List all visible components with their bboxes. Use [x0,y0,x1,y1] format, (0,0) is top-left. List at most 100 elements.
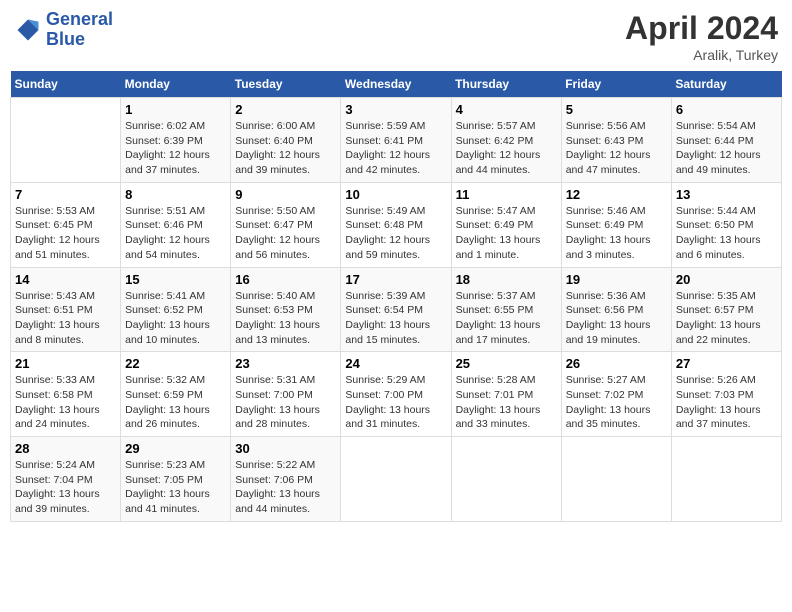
day-info: Sunrise: 5:44 AM Sunset: 6:50 PM Dayligh… [676,204,777,263]
calendar-cell [341,437,451,522]
day-info: Sunrise: 5:22 AM Sunset: 7:06 PM Dayligh… [235,458,336,517]
day-info: Sunrise: 5:35 AM Sunset: 6:57 PM Dayligh… [676,289,777,348]
calendar-cell: 4 Sunrise: 5:57 AM Sunset: 6:42 PM Daylig… [451,98,561,183]
calendar-cell: 18 Sunrise: 5:37 AM Sunset: 6:55 PM Dayli… [451,267,561,352]
day-number: 9 [235,187,336,202]
day-info: Sunrise: 5:32 AM Sunset: 6:59 PM Dayligh… [125,373,226,432]
day-info: Sunrise: 5:57 AM Sunset: 6:42 PM Dayligh… [456,119,557,178]
day-number: 16 [235,272,336,287]
day-info: Sunrise: 5:41 AM Sunset: 6:52 PM Dayligh… [125,289,226,348]
calendar-cell: 1 Sunrise: 6:02 AM Sunset: 6:39 PM Daylig… [121,98,231,183]
calendar-day-header: Tuesday [231,71,341,98]
logo: General Blue [14,10,113,50]
calendar-week-row: 14Sunrise: 5:43 AM Sunset: 6:51 PM Dayli… [11,267,782,352]
day-number: 4 [456,102,557,117]
calendar-cell: 14Sunrise: 5:43 AM Sunset: 6:51 PM Dayli… [11,267,121,352]
day-number: 20 [676,272,777,287]
calendar-table: SundayMondayTuesdayWednesdayThursdayFrid… [10,71,782,522]
calendar-week-row: 28Sunrise: 5:24 AM Sunset: 7:04 PM Dayli… [11,437,782,522]
calendar-day-header: Sunday [11,71,121,98]
day-number: 23 [235,356,336,371]
calendar-cell [451,437,561,522]
day-number: 2 [235,102,336,117]
calendar-cell: 27Sunrise: 5:26 AM Sunset: 7:03 PM Dayli… [671,352,781,437]
calendar-cell: 29 Sunrise: 5:23 AM Sunset: 7:05 PM Dayli… [121,437,231,522]
day-info: Sunrise: 5:54 AM Sunset: 6:44 PM Dayligh… [676,119,777,178]
day-number: 13 [676,187,777,202]
calendar-day-header: Monday [121,71,231,98]
calendar-cell: 26 Sunrise: 5:27 AM Sunset: 7:02 PM Dayli… [561,352,671,437]
day-info: Sunrise: 5:43 AM Sunset: 6:51 PM Dayligh… [15,289,116,348]
day-number: 10 [345,187,446,202]
calendar-cell: 3Sunrise: 5:59 AM Sunset: 6:41 PM Daylig… [341,98,451,183]
day-number: 12 [566,187,667,202]
calendar-cell: 20 Sunrise: 5:35 AM Sunset: 6:57 PM Dayli… [671,267,781,352]
calendar-cell: 13 Sunrise: 5:44 AM Sunset: 6:50 PM Dayli… [671,182,781,267]
calendar-body: 1 Sunrise: 6:02 AM Sunset: 6:39 PM Daylig… [11,98,782,522]
day-number: 24 [345,356,446,371]
calendar-day-header: Thursday [451,71,561,98]
calendar-cell: 25 Sunrise: 5:28 AM Sunset: 7:01 PM Dayli… [451,352,561,437]
day-number: 28 [15,441,116,456]
day-info: Sunrise: 6:02 AM Sunset: 6:39 PM Dayligh… [125,119,226,178]
calendar-cell: 23 Sunrise: 5:31 AM Sunset: 7:00 PM Dayli… [231,352,341,437]
calendar-week-row: 7 Sunrise: 5:53 AM Sunset: 6:45 PM Daylig… [11,182,782,267]
calendar-week-row: 21 Sunrise: 5:33 AM Sunset: 6:58 PM Dayli… [11,352,782,437]
calendar-header: SundayMondayTuesdayWednesdayThursdayFrid… [11,71,782,98]
day-info: Sunrise: 5:39 AM Sunset: 6:54 PM Dayligh… [345,289,446,348]
main-title: April 2024 [625,10,778,47]
day-info: Sunrise: 5:28 AM Sunset: 7:01 PM Dayligh… [456,373,557,432]
day-info: Sunrise: 5:36 AM Sunset: 6:56 PM Dayligh… [566,289,667,348]
calendar-cell: 5 Sunrise: 5:56 AM Sunset: 6:43 PM Daylig… [561,98,671,183]
calendar-cell: 24 Sunrise: 5:29 AM Sunset: 7:00 PM Dayli… [341,352,451,437]
day-info: Sunrise: 5:59 AM Sunset: 6:41 PM Dayligh… [345,119,446,178]
day-info: Sunrise: 5:53 AM Sunset: 6:45 PM Dayligh… [15,204,116,263]
day-number: 1 [125,102,226,117]
calendar-cell: 28Sunrise: 5:24 AM Sunset: 7:04 PM Dayli… [11,437,121,522]
calendar-cell [11,98,121,183]
subtitle: Aralik, Turkey [625,47,778,63]
calendar-day-header: Wednesday [341,71,451,98]
day-info: Sunrise: 5:29 AM Sunset: 7:00 PM Dayligh… [345,373,446,432]
calendar-cell: 12Sunrise: 5:46 AM Sunset: 6:49 PM Dayli… [561,182,671,267]
day-info: Sunrise: 5:31 AM Sunset: 7:00 PM Dayligh… [235,373,336,432]
day-info: Sunrise: 5:56 AM Sunset: 6:43 PM Dayligh… [566,119,667,178]
day-number: 25 [456,356,557,371]
day-number: 26 [566,356,667,371]
calendar-cell: 19Sunrise: 5:36 AM Sunset: 6:56 PM Dayli… [561,267,671,352]
day-info: Sunrise: 5:23 AM Sunset: 7:05 PM Dayligh… [125,458,226,517]
page-header: General Blue April 2024 Aralik, Turkey [10,10,782,63]
logo-text: General Blue [46,10,113,50]
day-number: 7 [15,187,116,202]
day-info: Sunrise: 5:37 AM Sunset: 6:55 PM Dayligh… [456,289,557,348]
day-number: 22 [125,356,226,371]
calendar-day-header: Friday [561,71,671,98]
day-number: 5 [566,102,667,117]
calendar-cell: 15 Sunrise: 5:41 AM Sunset: 6:52 PM Dayli… [121,267,231,352]
logo-icon [14,16,42,44]
calendar-cell [561,437,671,522]
day-info: Sunrise: 5:33 AM Sunset: 6:58 PM Dayligh… [15,373,116,432]
calendar-cell: 30 Sunrise: 5:22 AM Sunset: 7:06 PM Dayli… [231,437,341,522]
calendar-cell: 17 Sunrise: 5:39 AM Sunset: 6:54 PM Dayli… [341,267,451,352]
day-number: 21 [15,356,116,371]
day-info: Sunrise: 5:49 AM Sunset: 6:48 PM Dayligh… [345,204,446,263]
day-info: Sunrise: 5:47 AM Sunset: 6:49 PM Dayligh… [456,204,557,263]
calendar-cell: 7 Sunrise: 5:53 AM Sunset: 6:45 PM Daylig… [11,182,121,267]
day-info: Sunrise: 5:51 AM Sunset: 6:46 PM Dayligh… [125,204,226,263]
day-number: 29 [125,441,226,456]
calendar-cell: 9 Sunrise: 5:50 AM Sunset: 6:47 PM Daylig… [231,182,341,267]
day-number: 18 [456,272,557,287]
calendar-week-row: 1 Sunrise: 6:02 AM Sunset: 6:39 PM Daylig… [11,98,782,183]
day-info: Sunrise: 5:26 AM Sunset: 7:03 PM Dayligh… [676,373,777,432]
day-number: 15 [125,272,226,287]
day-number: 17 [345,272,446,287]
day-info: Sunrise: 5:40 AM Sunset: 6:53 PM Dayligh… [235,289,336,348]
day-info: Sunrise: 5:50 AM Sunset: 6:47 PM Dayligh… [235,204,336,263]
day-number: 30 [235,441,336,456]
day-info: Sunrise: 6:00 AM Sunset: 6:40 PM Dayligh… [235,119,336,178]
calendar-cell: 21 Sunrise: 5:33 AM Sunset: 6:58 PM Dayli… [11,352,121,437]
calendar-cell: 10 Sunrise: 5:49 AM Sunset: 6:48 PM Dayli… [341,182,451,267]
day-info: Sunrise: 5:27 AM Sunset: 7:02 PM Dayligh… [566,373,667,432]
calendar-day-header: Saturday [671,71,781,98]
